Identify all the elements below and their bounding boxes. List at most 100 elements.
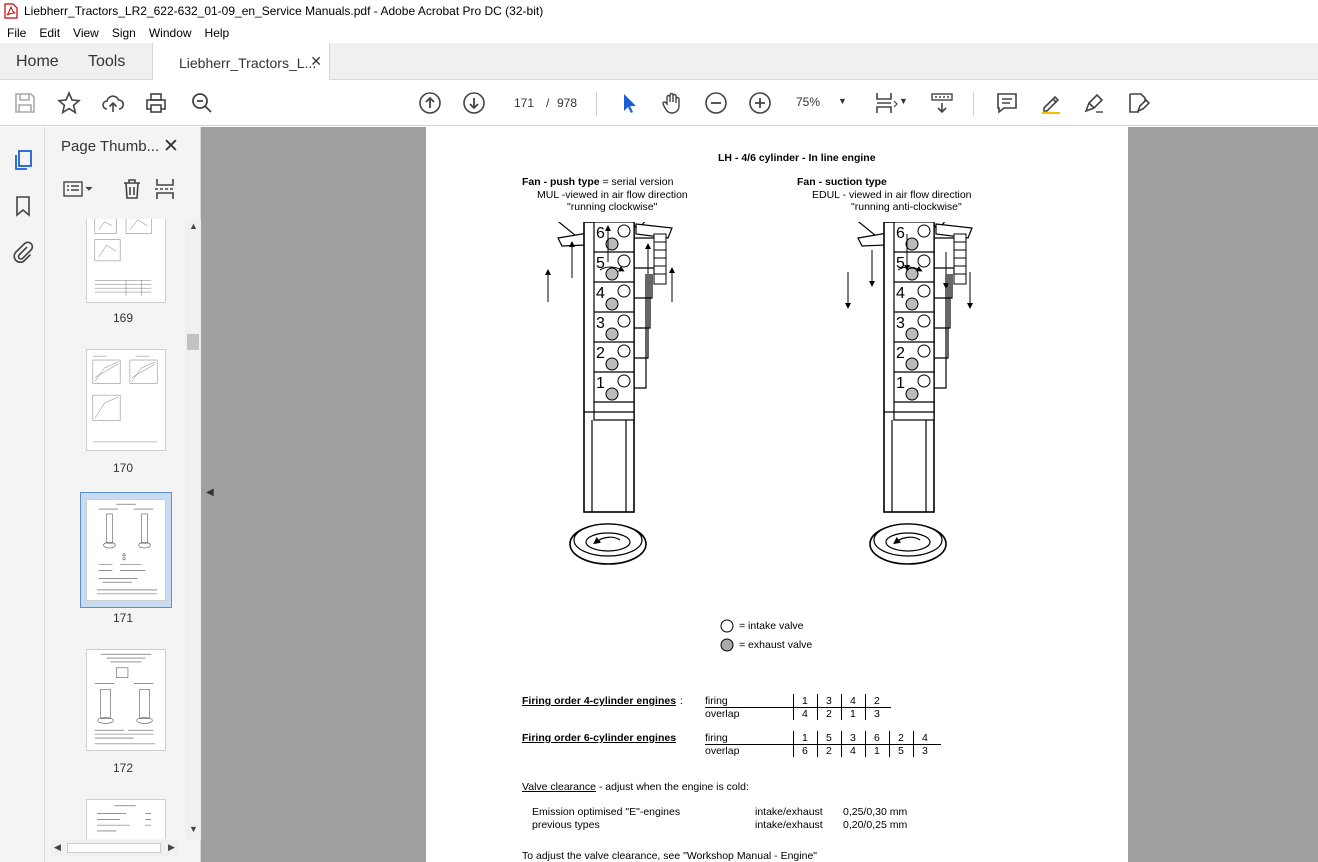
tab-home[interactable]: Home: [16, 53, 59, 71]
overlap-cell: 3: [874, 708, 880, 720]
zoom-search-icon[interactable]: [190, 91, 214, 115]
thumbnail-page-number: 172: [112, 761, 134, 775]
comment-icon[interactable]: [995, 91, 1019, 115]
hand-tool-icon[interactable]: [660, 91, 684, 115]
page-fit-icon[interactable]: [874, 91, 898, 115]
toolbar-divider: [596, 92, 597, 116]
left-fan-title: Fan - push type = serial version: [522, 176, 673, 188]
thumbnail-page[interactable]: [86, 349, 166, 451]
delete-trash-icon[interactable]: [120, 177, 144, 201]
select-cursor-icon[interactable]: [617, 91, 641, 115]
cylinder-number: 5: [896, 255, 905, 272]
save-icon[interactable]: [13, 91, 37, 115]
menu-bar: File Edit View Sign Window Help: [0, 22, 1318, 43]
overlap-cell: 5: [898, 745, 904, 757]
legend-exhaust: = exhaust valve: [739, 639, 813, 651]
scroll-up-arrow-icon[interactable]: ▲: [189, 221, 198, 231]
firing-order-4-colon: :: [680, 695, 683, 707]
tab-tools[interactable]: Tools: [88, 53, 125, 71]
left-fan-type: Fan - push type: [522, 176, 600, 188]
menu-file[interactable]: File: [0, 26, 32, 40]
attachments-paperclip-icon[interactable]: [11, 240, 35, 264]
tab-document-label: Liebherr_Tractors_L...: [179, 55, 317, 71]
tab-document[interactable]: Liebherr_Tractors_L... ✕: [152, 43, 330, 81]
menu-sign[interactable]: Sign: [105, 26, 142, 40]
overlap-cell: 1: [874, 745, 880, 757]
firing-cell: 4: [922, 732, 928, 744]
cylinder-number: 6: [896, 225, 905, 242]
cylinder-number: 1: [596, 375, 605, 392]
panel-close-icon[interactable]: ✕: [163, 135, 179, 158]
page-thumbnails-panel: Page Thumb... ✕ 169 170 171 172 ▲ ▼ ◀ ▶: [45, 127, 201, 862]
page-number-input[interactable]: 171: [505, 90, 543, 114]
sign-pen-icon[interactable]: [1082, 91, 1106, 115]
upload-cloud-icon[interactable]: [101, 91, 125, 115]
thumbnail-page-number: 171: [112, 611, 134, 625]
edit-pdf-icon[interactable]: [1126, 91, 1151, 115]
toolbar-divider: [973, 92, 974, 116]
chevron-down-icon[interactable]: ▼: [899, 96, 908, 106]
title-bar: Liebherr_Tractors_LR2_622-632_01-09_en_S…: [0, 0, 1318, 22]
cylinder-number: 3: [896, 315, 905, 332]
toolbar: 171 / 978 75% ▼ ▼: [0, 80, 1318, 126]
page-thumbnails-icon[interactable]: [11, 148, 35, 172]
tab-close-icon[interactable]: ✕: [310, 53, 322, 70]
thumbnail-page-selected[interactable]: [86, 499, 166, 601]
overlap-cell: 4: [802, 708, 808, 720]
scrollbar-thumb[interactable]: [187, 334, 199, 350]
firing-cell: 4: [850, 695, 856, 707]
zoom-out-icon[interactable]: [704, 91, 728, 115]
menu-help[interactable]: Help: [198, 26, 236, 40]
overlap-row-label: overlap: [705, 745, 740, 757]
thumbnail-page-number: 170: [112, 461, 134, 475]
cylinder-number: 4: [896, 285, 905, 302]
page-total: 978: [557, 96, 578, 110]
scroll-mode-icon[interactable]: [930, 91, 954, 115]
thumbnails-vertical-scrollbar[interactable]: ▲ ▼: [185, 219, 201, 839]
firing-cell: 1: [802, 732, 808, 744]
thumbnail-options-icon[interactable]: [61, 177, 93, 201]
clearance-value: 0,20/0,25 mm: [843, 819, 908, 831]
clearance-value: 0,25/0,30 mm: [843, 806, 908, 818]
scroll-left-arrow-icon[interactable]: ◀: [54, 842, 61, 853]
left-navigation-rail: [0, 127, 45, 862]
table-rule: [705, 744, 941, 745]
extract-pages-icon[interactable]: [153, 177, 177, 201]
firing-cell: 3: [826, 695, 832, 707]
thumbnails-horizontal-scrollbar[interactable]: ◀ ▶: [51, 840, 179, 856]
zoom-in-icon[interactable]: [748, 91, 772, 115]
overlap-cell: 1: [850, 708, 856, 720]
table-rule: [841, 731, 842, 757]
thumbnail-page[interactable]: [86, 649, 166, 751]
bookmarks-icon[interactable]: [11, 194, 35, 218]
next-page-icon[interactable]: [462, 91, 486, 115]
scrollbar-thumb[interactable]: [67, 843, 161, 853]
page-separator: /: [546, 96, 550, 110]
firing-cell: 2: [898, 732, 904, 744]
scroll-right-arrow-icon[interactable]: ▶: [168, 842, 175, 853]
star-icon[interactable]: [57, 90, 81, 115]
previous-page-icon[interactable]: [418, 91, 442, 115]
thumbnail-page[interactable]: [86, 799, 166, 839]
thumbnail-page[interactable]: [86, 219, 166, 303]
document-view[interactable]: ◀ LH - 4/6 cylinder - In line engine Fan…: [201, 127, 1318, 862]
cylinder-number: 1: [896, 375, 905, 392]
right-fan-title: Fan - suction type: [797, 176, 887, 188]
zoom-level-select[interactable]: 75%: [796, 95, 820, 109]
firing-cell: 6: [874, 732, 880, 744]
table-rule: [793, 731, 794, 757]
collapse-panel-arrow-icon[interactable]: ◀: [206, 487, 214, 498]
window-title: Liebherr_Tractors_LR2_622-632_01-09_en_S…: [24, 4, 544, 18]
cylinder-number: 6: [596, 225, 605, 242]
scroll-down-arrow-icon[interactable]: ▼: [189, 824, 198, 834]
valve-clearance-label: Valve clearance: [522, 781, 596, 793]
highlight-pen-icon[interactable]: [1039, 91, 1063, 115]
right-fan-line2: EDUL - viewed in air flow direction: [812, 189, 972, 201]
menu-window[interactable]: Window: [142, 26, 198, 40]
clearance-valve-type: intake/exhaust: [755, 806, 823, 818]
chevron-down-icon[interactable]: ▼: [838, 96, 847, 106]
left-fan-version: = serial version: [599, 176, 674, 188]
menu-view[interactable]: View: [66, 26, 105, 40]
menu-edit[interactable]: Edit: [32, 26, 66, 40]
print-icon[interactable]: [144, 91, 168, 115]
